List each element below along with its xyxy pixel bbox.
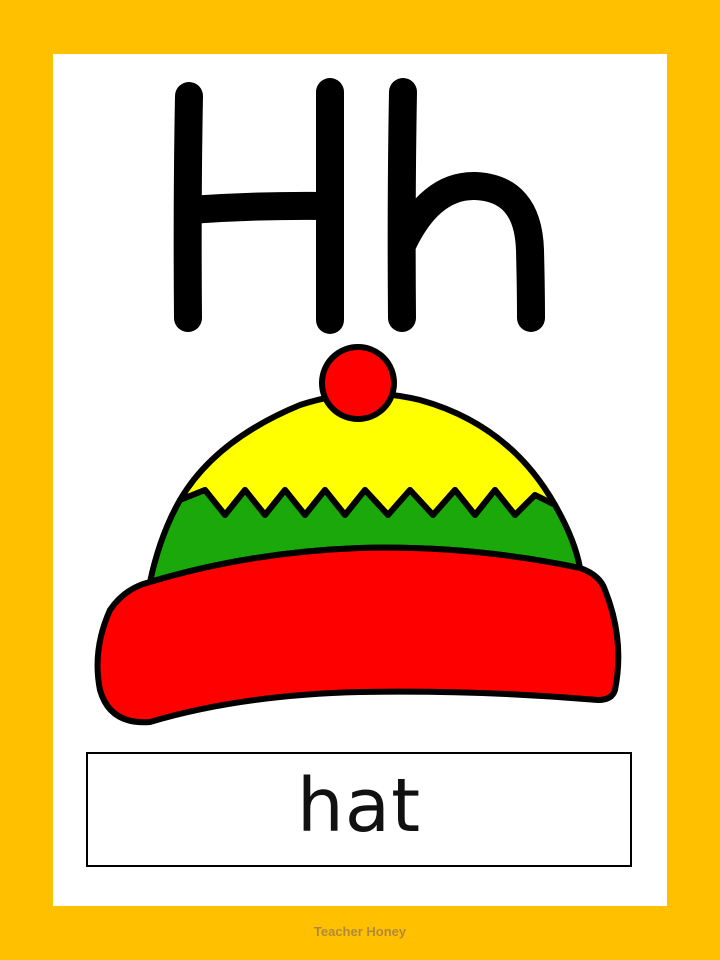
credit-text: Teacher Honey xyxy=(313,924,407,939)
hat-icon xyxy=(94,344,622,726)
hat-pompom xyxy=(319,344,397,422)
word-label: hat xyxy=(296,762,422,849)
hat-brim xyxy=(94,544,622,726)
word-label-box: hat xyxy=(86,752,632,867)
